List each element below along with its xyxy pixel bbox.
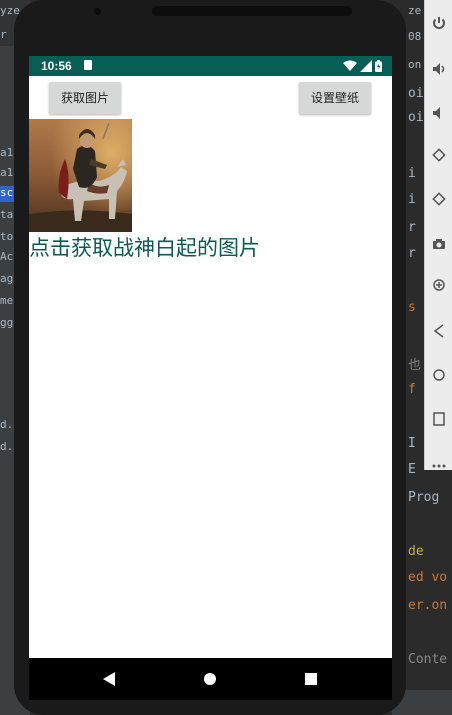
navigation-bar bbox=[29, 658, 392, 700]
code-line: r bbox=[408, 220, 416, 235]
overview-icon[interactable] bbox=[425, 406, 452, 436]
code-line: ed vo bbox=[408, 570, 448, 585]
ide-tab-label[interactable]: 08 bbox=[408, 30, 421, 43]
code-line: r bbox=[408, 246, 416, 261]
desktop: yze r a1 a1 sc tai to Ac ag me gg d.: d.… bbox=[0, 0, 452, 715]
zoom-icon[interactable] bbox=[425, 272, 452, 302]
phone-speaker bbox=[152, 6, 352, 16]
home-icon[interactable] bbox=[425, 362, 452, 392]
more-icon[interactable] bbox=[425, 448, 452, 478]
get-image-button[interactable]: 获取图片 bbox=[49, 82, 121, 114]
power-icon[interactable] bbox=[425, 10, 452, 40]
nav-home-button[interactable] bbox=[190, 658, 230, 700]
volume-down-icon[interactable] bbox=[425, 100, 452, 130]
battery-icon bbox=[375, 57, 382, 76]
recents-square-icon bbox=[305, 673, 317, 685]
phone-screen: 10:56 获取图片 设置壁纸 点击获取战神白起的图片 bbox=[29, 56, 392, 700]
ide-tab-label[interactable]: ze bbox=[408, 4, 421, 17]
status-time: 10:56 bbox=[41, 59, 72, 73]
code-line: de bbox=[408, 544, 424, 559]
code-line: i bbox=[408, 192, 416, 207]
rotate-right-icon[interactable] bbox=[425, 186, 452, 216]
back-triangle-icon bbox=[103, 672, 115, 686]
code-line: 也 bbox=[408, 358, 422, 373]
back-icon[interactable] bbox=[425, 318, 452, 348]
rotate-left-icon[interactable] bbox=[425, 142, 452, 172]
status-icons bbox=[343, 58, 382, 74]
nav-back-button[interactable] bbox=[89, 658, 129, 700]
nav-recents-button[interactable] bbox=[291, 658, 331, 700]
code-line: oi bbox=[408, 110, 424, 125]
status-bar: 10:56 bbox=[29, 56, 392, 76]
code-line: Conte bbox=[408, 652, 448, 667]
code-line: Prog bbox=[408, 490, 440, 505]
warrior-image bbox=[29, 119, 132, 232]
wifi-icon bbox=[343, 57, 357, 76]
camera-icon[interactable] bbox=[425, 230, 452, 260]
emulator-toolbar bbox=[424, 0, 452, 470]
code-line: er.on bbox=[408, 598, 448, 613]
set-wallpaper-button[interactable]: 设置壁纸 bbox=[299, 82, 371, 114]
code-line: E bbox=[408, 462, 416, 477]
home-circle-icon bbox=[204, 673, 216, 685]
ide-tab-label[interactable]: on bbox=[408, 58, 421, 71]
code-line: f bbox=[408, 382, 416, 397]
code-line: i bbox=[408, 166, 416, 181]
sd-card-icon bbox=[84, 60, 92, 70]
volume-up-icon[interactable] bbox=[425, 56, 452, 86]
code-line: s bbox=[408, 300, 416, 315]
code-line: I bbox=[408, 436, 416, 451]
front-camera bbox=[94, 8, 101, 15]
app-content: 获取图片 设置壁纸 点击获取战神白起的图片 bbox=[29, 76, 392, 658]
caption-text: 点击获取战神白起的图片 bbox=[29, 236, 260, 260]
code-line: oi bbox=[408, 86, 424, 101]
signal-icon bbox=[360, 57, 372, 76]
